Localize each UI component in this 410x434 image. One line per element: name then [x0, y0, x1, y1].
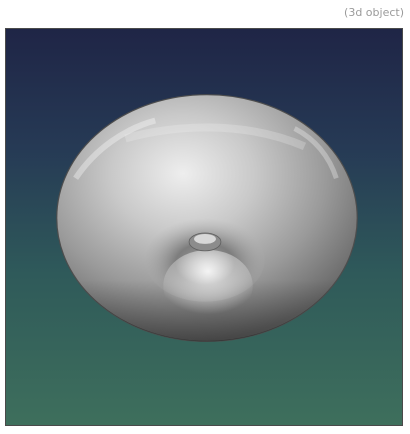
- torus-model[interactable]: [6, 29, 402, 425]
- 3d-viewport[interactable]: [5, 28, 403, 426]
- object-type-label: (3d object): [344, 6, 404, 19]
- torus-center-bump-highlight: [194, 233, 216, 244]
- torus-center-glow: [163, 249, 253, 322]
